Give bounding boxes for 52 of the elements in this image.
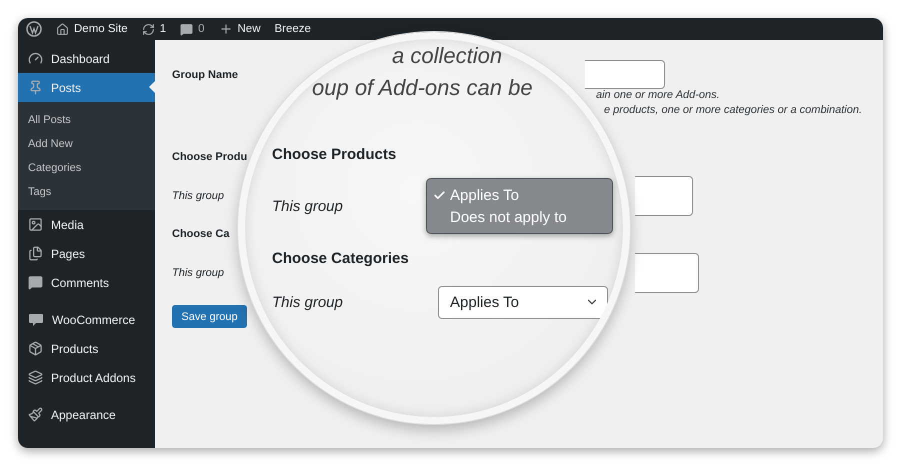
updates-count[interactable]: 1 bbox=[160, 23, 166, 35]
new-link[interactable]: New bbox=[238, 23, 261, 35]
comments-count[interactable]: 0 bbox=[198, 23, 204, 35]
submenu-item[interactable]: Categories bbox=[18, 156, 155, 180]
section-heading: Choose Categories bbox=[272, 248, 409, 268]
section-heading: Choose Products bbox=[272, 144, 396, 164]
submenu-item[interactable]: Add New bbox=[18, 132, 155, 156]
help-text: e products, one or more categories or a combination. bbox=[604, 104, 862, 118]
sidebar-item[interactable]: Appearance bbox=[18, 400, 155, 429]
sidebar-item[interactable]: Products bbox=[18, 334, 155, 363]
row-label: This group bbox=[172, 266, 225, 278]
sidebar-item[interactable]: WooCommerce bbox=[18, 305, 155, 334]
submenu-item[interactable]: Tags bbox=[18, 180, 155, 204]
save-group-button[interactable]: Save group bbox=[172, 305, 247, 328]
sidebar-item[interactable]: Product Addons bbox=[18, 363, 155, 392]
layers-icon bbox=[28, 370, 43, 385]
sidebar-item[interactable]: Dashboard bbox=[18, 44, 155, 73]
pages-icon bbox=[28, 246, 43, 261]
dropdown-option[interactable]: Does not apply to bbox=[427, 206, 612, 228]
select-field[interactable]: Applies To bbox=[438, 286, 608, 318]
comment-icon bbox=[180, 22, 194, 36]
sidebar-item[interactable]: Comments bbox=[18, 268, 155, 297]
speech-bubble-icon bbox=[28, 312, 44, 326]
row-label: This group bbox=[272, 198, 344, 214]
group-name-input[interactable] bbox=[585, 60, 665, 89]
breeze-link[interactable]: Breeze bbox=[274, 23, 311, 35]
select-field[interactable] bbox=[635, 252, 699, 292]
image-icon bbox=[28, 217, 43, 232]
refresh-icon bbox=[142, 22, 155, 36]
submenu-item[interactable]: All Posts bbox=[18, 108, 155, 132]
plus-icon bbox=[218, 22, 232, 36]
help-text: ain one or more Add-ons. bbox=[596, 89, 720, 103]
section-label: Choose Ca bbox=[172, 228, 230, 240]
speech-bubble-icon bbox=[28, 275, 43, 290]
sidebar-item[interactable]: Pages bbox=[18, 239, 155, 268]
field-label: Group Name bbox=[172, 68, 240, 80]
sidebar-item[interactable]: Posts bbox=[18, 73, 155, 102]
pin-icon bbox=[28, 80, 43, 95]
select-field[interactable] bbox=[635, 176, 693, 216]
check-icon bbox=[433, 188, 446, 202]
sidebar-item[interactable]: Media bbox=[18, 210, 155, 239]
box-icon bbox=[28, 341, 43, 356]
gauge-icon bbox=[28, 51, 43, 66]
logo-icon[interactable] bbox=[26, 21, 42, 37]
dropdown-option[interactable]: Applies To bbox=[427, 184, 612, 206]
home-icon bbox=[56, 22, 69, 36]
site-name-link[interactable]: Demo Site bbox=[74, 23, 128, 35]
row-label: This group bbox=[172, 190, 225, 202]
magnified-text: oup of Add-ons can be bbox=[312, 74, 533, 102]
magnified-text: a collection bbox=[392, 42, 502, 70]
brush-icon bbox=[28, 407, 43, 422]
row-label: This group bbox=[272, 294, 344, 310]
